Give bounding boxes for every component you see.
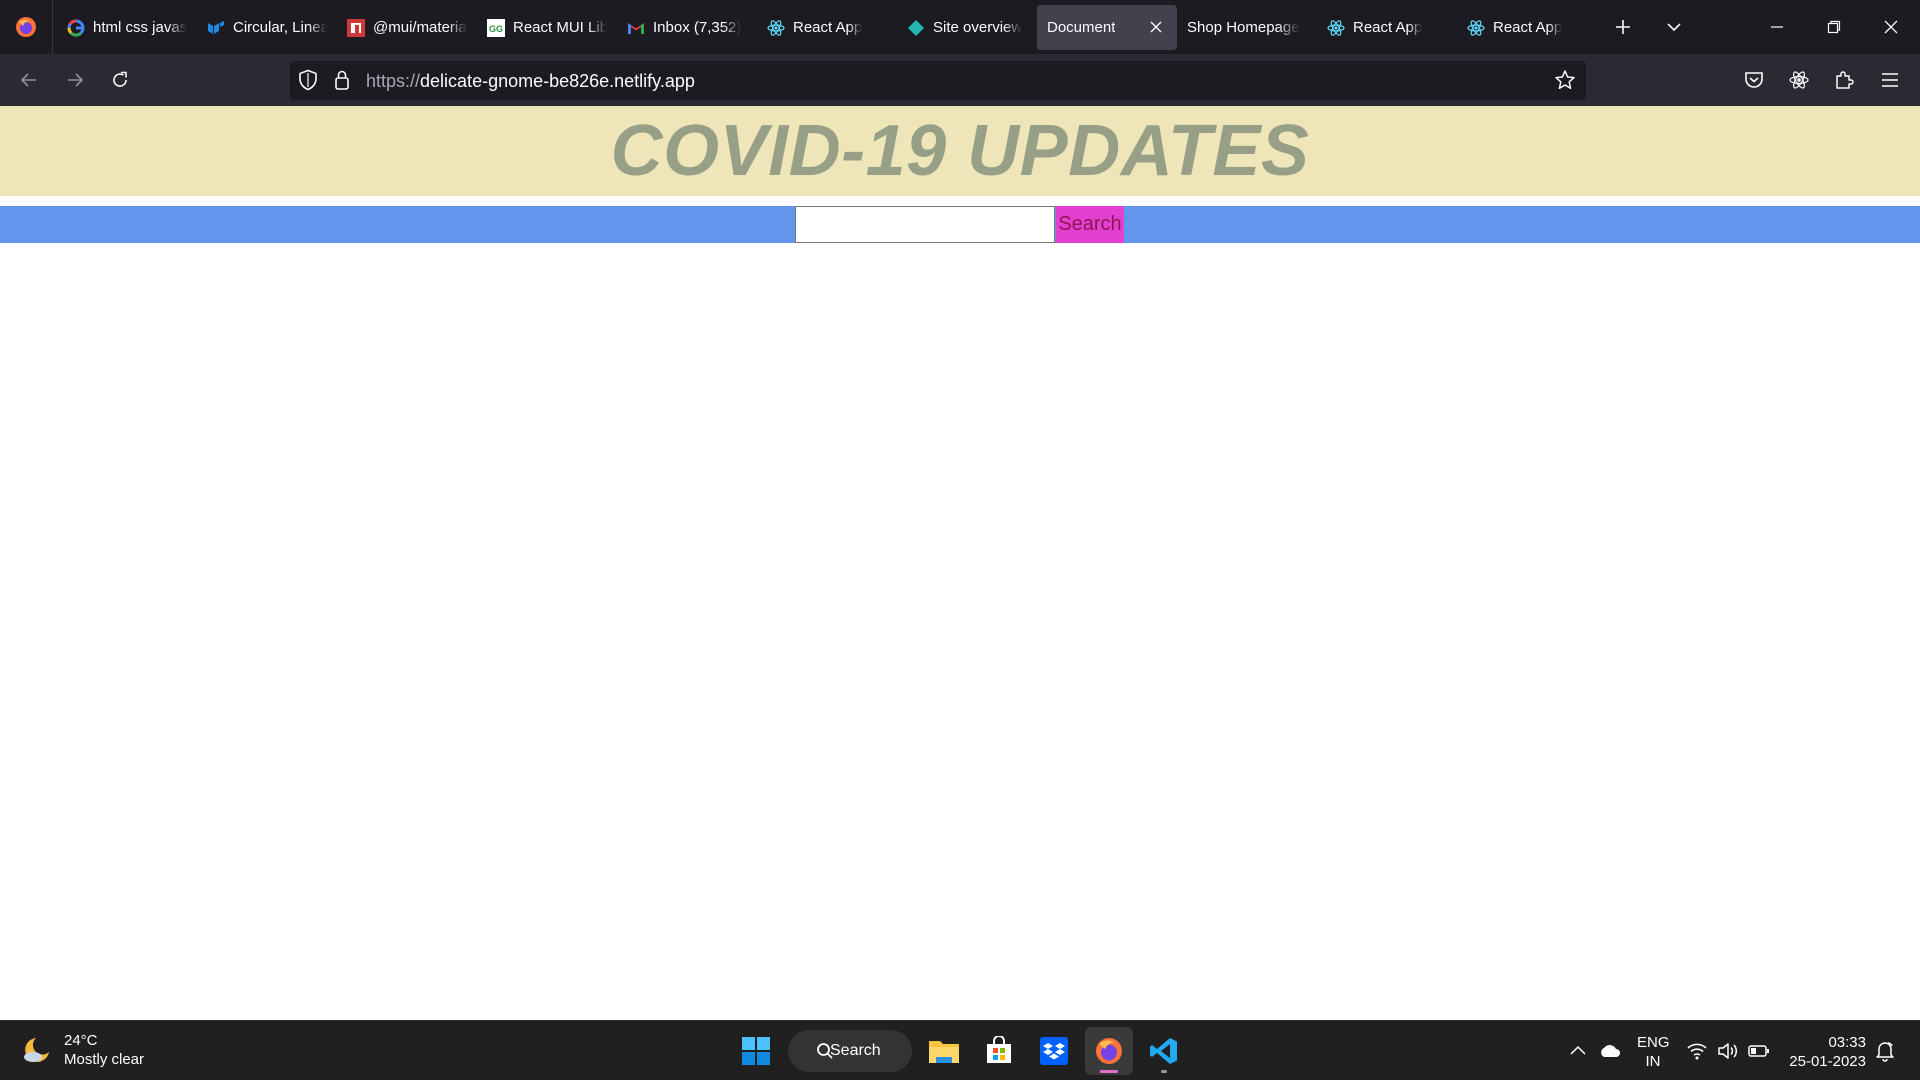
netlify-icon [907,19,925,37]
list-all-tabs-icon[interactable] [1657,10,1691,44]
react-icon [1467,19,1485,37]
moon-cloud-icon [24,1038,49,1062]
tab-strip: html css javascript Circular, Linear @mu… [57,5,1597,50]
tab-bar: html css javascript Circular, Linear @mu… [0,0,1920,54]
weather-condition: Mostly clear [64,1051,145,1068]
header-banner: COVID-19 UPDATES [0,106,1920,196]
tab-title: Document [1047,19,1116,36]
tab-html-css[interactable]: html css javascript [57,5,197,50]
firefox-view-button[interactable] [0,0,53,54]
gfg-icon: GG [487,18,505,37]
gmail-icon [627,19,645,37]
vscode-icon [1150,1038,1177,1064]
tab-title: React MUI Library [513,19,607,36]
reload-icon[interactable] [103,63,137,97]
clock-time: 03:33 [1828,1034,1866,1051]
tab-title: React App [1353,19,1423,36]
wifi-icon[interactable] [1686,1041,1708,1066]
windows-logo-icon [742,1037,770,1065]
mui-icon [207,19,225,37]
taskbar-search-label: Search [830,1042,881,1059]
region-code: IN [1645,1053,1661,1070]
notification-bell-icon[interactable] [1875,1040,1895,1067]
dropbox-button[interactable] [1030,1027,1078,1075]
weather-temperature: 24°C [64,1032,98,1049]
hamburger-menu-icon[interactable] [1873,63,1907,97]
tab-react-app-3[interactable]: React App [1457,5,1597,50]
search-icon [817,1043,833,1059]
pocket-icon[interactable] [1737,63,1771,97]
language-code: ENG [1637,1034,1670,1051]
tab-inbox[interactable]: Inbox (7,352) [617,5,757,50]
google-icon [67,19,85,37]
npm-icon [347,18,365,37]
url-text[interactable]: https://delicate-gnome-be826e.netlify.ap… [366,71,695,92]
tab-title: html css javascript [93,19,187,36]
tab-shop-homepage[interactable]: Shop Homepage [1177,5,1317,50]
tab-document[interactable]: Document [1037,5,1177,50]
react-icon [767,19,785,37]
react-icon [1327,19,1345,37]
clock-date: 25-01-2023 [1789,1053,1866,1070]
tab-title: React App [1493,19,1563,36]
firefox-icon [16,17,36,37]
close-tab-icon[interactable] [1147,18,1165,36]
tab-title: Circular, Linear [233,19,327,36]
navigation-toolbar: https://delicate-gnome-be826e.netlify.ap… [0,54,1920,106]
windows-taskbar: 24°C Mostly clear Search ENG IN 03:33 25… [0,1020,1920,1080]
tab-circular-linear[interactable]: Circular, Linear [197,5,337,50]
bookmark-star-icon[interactable] [1554,69,1576,96]
tab-react-app-1[interactable]: React App [757,5,897,50]
page-viewport: COVID-19 UPDATES Search [0,106,1920,1020]
store-icon [987,1036,1011,1063]
onedrive-cloud-icon[interactable] [1598,1041,1622,1066]
tab-site-overview[interactable]: Site overview [897,5,1037,50]
lock-icon[interactable] [334,69,350,96]
extensions-puzzle-icon[interactable] [1827,63,1861,97]
system-clock[interactable]: 03:33 25-01-2023 [1788,1033,1866,1071]
folder-icon [929,1041,959,1063]
back-icon[interactable] [12,63,46,97]
weather-widget[interactable]: 24°C Mostly clear [22,1031,144,1069]
page-title: COVID-19 UPDATES [610,111,1310,191]
minimize-icon[interactable] [1760,10,1794,44]
tab-title: Site overview [933,19,1023,36]
search-input[interactable] [795,206,1055,243]
tab-title: Inbox (7,352) [653,19,742,36]
close-window-icon[interactable] [1874,10,1908,44]
vscode-taskbar-button[interactable] [1140,1027,1188,1075]
show-hidden-icons-chevron-icon[interactable] [1568,1041,1588,1066]
search-button[interactable]: Search [1056,206,1124,243]
tab-title: Shop Homepage [1187,19,1300,36]
volume-icon[interactable] [1717,1041,1739,1066]
new-tab-icon[interactable] [1606,10,1640,44]
svg-text:GG: GG [489,24,503,34]
search-bar: Search [0,206,1920,243]
start-button[interactable] [732,1027,780,1075]
tab-react-app-2[interactable]: React App [1317,5,1457,50]
tab-title: @mui/material [373,19,467,36]
microsoft-store-button[interactable] [975,1027,1023,1075]
taskbar-search-button[interactable]: Search [788,1030,912,1072]
url-scheme: https:// [366,71,421,91]
react-devtools-extension-icon[interactable] [1782,63,1816,97]
url-host: delicate-gnome-be826e.netlify.app [420,71,695,91]
battery-icon[interactable] [1748,1041,1770,1066]
dropbox-icon [1040,1037,1068,1065]
forward-icon[interactable] [58,63,92,97]
tracking-protection-shield-icon[interactable] [298,69,318,96]
firefox-taskbar-button[interactable] [1085,1027,1133,1075]
tab-mui-material[interactable]: @mui/material [337,5,477,50]
tab-title: React App [793,19,863,36]
tab-react-mui[interactable]: GG React MUI Library [477,5,617,50]
input-language-indicator[interactable]: ENG IN [1637,1033,1670,1071]
restore-icon[interactable] [1817,10,1851,44]
firefox-icon [1096,1038,1122,1064]
file-explorer-button[interactable] [920,1027,968,1075]
address-bar[interactable]: https://delicate-gnome-be826e.netlify.ap… [290,61,1586,100]
